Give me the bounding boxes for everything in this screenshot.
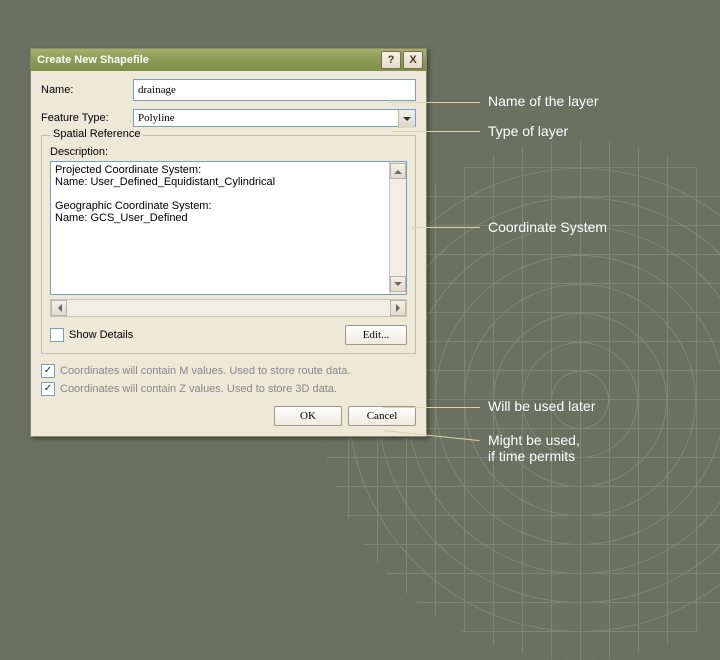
- dialog-title: Create New Shapefile: [37, 54, 149, 66]
- name-label: Name:: [41, 84, 133, 96]
- leader-line: [412, 227, 480, 228]
- scroll-right-icon[interactable]: [390, 300, 406, 316]
- z-values-label: Coordinates will contain Z values. Used …: [60, 383, 337, 395]
- leader-line: [388, 102, 480, 103]
- show-details-checkbox[interactable]: [50, 328, 64, 342]
- scroll-up-icon[interactable]: [390, 163, 406, 179]
- annotation-crs: Coordinate System: [488, 219, 607, 235]
- title-bar[interactable]: Create New Shapefile ? X: [31, 49, 426, 71]
- feature-type-combo[interactable]: [133, 109, 416, 127]
- annotation-maybe: Might be used, if time permits: [488, 432, 580, 464]
- z-values-checkbox[interactable]: [41, 382, 55, 396]
- create-shapefile-dialog: Create New Shapefile ? X Name: Feature T…: [30, 48, 427, 437]
- leader-line: [392, 131, 480, 132]
- show-details-label: Show Details: [69, 329, 133, 341]
- group-legend: Spatial Reference: [50, 128, 143, 140]
- leader-line: [383, 407, 480, 408]
- spatial-reference-group: Spatial Reference Description: Projected…: [41, 135, 416, 354]
- vertical-scrollbar[interactable]: [389, 162, 406, 294]
- m-values-label: Coordinates will contain M values. Used …: [60, 365, 350, 377]
- description-text: Projected Coordinate System: Name: User_…: [55, 164, 404, 224]
- scroll-left-icon[interactable]: [51, 300, 67, 316]
- description-box[interactable]: Projected Coordinate System: Name: User_…: [50, 161, 407, 295]
- annotation-type: Type of layer: [488, 123, 568, 139]
- description-label: Description:: [50, 146, 407, 158]
- edit-button[interactable]: Edit...: [345, 325, 407, 345]
- scroll-down-icon[interactable]: [390, 276, 406, 292]
- chevron-down-icon[interactable]: [398, 110, 415, 128]
- feature-type-value[interactable]: [133, 109, 416, 127]
- annotation-name: Name of the layer: [488, 93, 599, 109]
- m-values-checkbox[interactable]: [41, 364, 55, 378]
- name-input[interactable]: [133, 79, 416, 101]
- annotation-later: Will be used later: [488, 398, 595, 414]
- horizontal-scrollbar[interactable]: [50, 299, 407, 317]
- ok-button[interactable]: OK: [274, 406, 342, 426]
- close-button[interactable]: X: [403, 51, 423, 69]
- feature-type-label: Feature Type:: [41, 112, 133, 124]
- help-button[interactable]: ?: [381, 51, 401, 69]
- cancel-button[interactable]: Cancel: [348, 406, 416, 426]
